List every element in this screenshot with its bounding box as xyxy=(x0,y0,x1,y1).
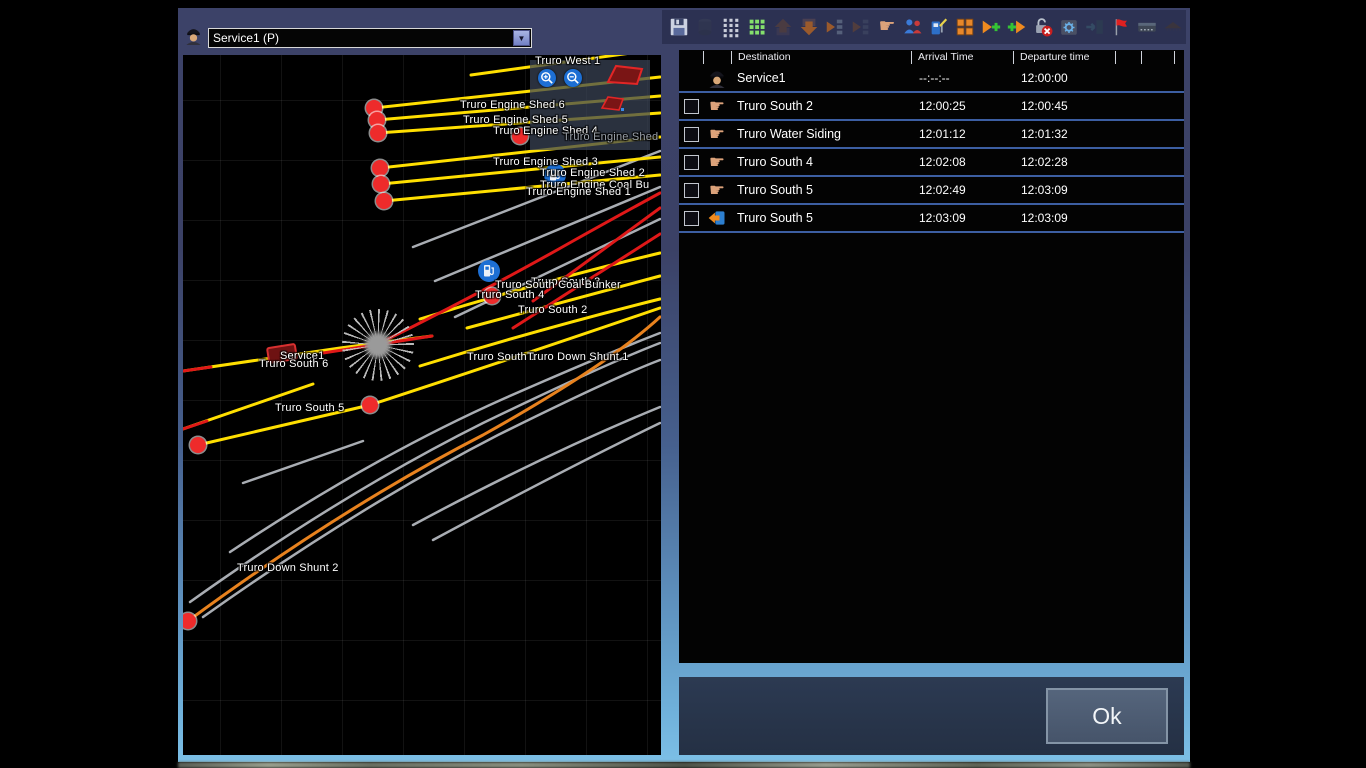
map-label: Truro South 6 xyxy=(259,358,328,370)
row-departure: 12:01:32 xyxy=(1013,127,1115,141)
row-destination: Truro South 2 xyxy=(731,99,911,113)
map-label: Truro South 5 xyxy=(275,402,344,414)
screen: Service1 (P) ▼ ☛ xyxy=(0,0,1366,768)
hand-icon: ☛ xyxy=(703,180,731,200)
row-arrival: 12:03:09 xyxy=(911,211,1013,225)
row-departure: 12:03:09 xyxy=(1013,211,1115,225)
buffer-stop-marker[interactable] xyxy=(376,193,392,209)
hand-icon: ☛ xyxy=(703,124,731,144)
col-checkbox xyxy=(679,51,703,64)
toolbar-platform-icon[interactable] xyxy=(1136,16,1158,38)
row-destination: Truro Water Siding xyxy=(731,127,911,141)
table-row[interactable]: Service1 --:--:-- 12:00:00 xyxy=(679,65,1184,93)
footer-panel: Ok xyxy=(679,677,1184,755)
toolbar-passengers-icon[interactable] xyxy=(902,16,924,38)
row-checkbox[interactable] xyxy=(684,127,699,142)
row-destination: Truro South 5 xyxy=(731,183,911,197)
row-checkbox[interactable] xyxy=(684,183,699,198)
row-arrival: 12:02:08 xyxy=(911,155,1013,169)
toolbar-insert-after-icon[interactable] xyxy=(850,16,872,38)
map-label: Truro Engine Shed xyxy=(563,131,658,143)
table-row[interactable]: ☛ Truro South 4 12:02:08 12:02:28 xyxy=(679,149,1184,177)
row-destination: Service1 xyxy=(731,71,911,85)
toolbar-add-before-icon[interactable] xyxy=(980,16,1002,38)
row-checkbox[interactable] xyxy=(684,211,699,226)
col-icon xyxy=(703,51,731,64)
toolbar-flag-icon[interactable] xyxy=(1110,16,1132,38)
table-row[interactable]: ☛ Truro South 5 12:02:49 12:03:09 xyxy=(679,177,1184,205)
timetable-editor-dialog: Service1 (P) ▼ ☛ xyxy=(178,8,1190,762)
toolbar-delete-icon[interactable] xyxy=(694,16,716,38)
buffer-stop-marker[interactable] xyxy=(190,437,206,453)
map-view[interactable]: Truro West 1 Truro Engine Shed 6 Truro Eng… xyxy=(183,55,661,755)
table-row[interactable]: ☛ Truro South 2 12:00:25 12:00:45 xyxy=(679,93,1184,121)
row-checkbox[interactable] xyxy=(684,99,699,114)
toolbar-consist-icon[interactable] xyxy=(954,16,976,38)
buffer-stop-marker[interactable] xyxy=(362,397,378,413)
map-label: Truro South 2 xyxy=(518,304,587,316)
map-label: Truro West 1 xyxy=(535,55,600,67)
map-label: Truro Engine Shed 2 xyxy=(540,167,645,179)
schedule-table: Destination Arrival Time Departure time … xyxy=(679,50,1184,663)
desktop-strip xyxy=(178,762,1190,768)
col-extra-2 xyxy=(1141,51,1175,64)
toolbar-move-up-icon[interactable] xyxy=(772,16,794,38)
toolbar-move-down-icon[interactable] xyxy=(798,16,820,38)
toolbar-grid-light-icon[interactable] xyxy=(720,16,742,38)
hand-icon: ☛ xyxy=(703,152,731,172)
row-checkbox[interactable] xyxy=(684,155,699,170)
toolbar-hand-icon[interactable]: ☛ xyxy=(876,16,898,38)
row-destination: Truro South 4 xyxy=(731,155,911,169)
map-label: Truro Engine Shed 6 xyxy=(460,99,565,111)
map-label: Truro Down Shunt 1 xyxy=(527,351,629,363)
ok-button[interactable]: Ok xyxy=(1046,688,1168,744)
toolbar: ☛ xyxy=(662,10,1186,44)
row-departure: 12:03:09 xyxy=(1013,183,1115,197)
toolbar-refuel-icon[interactable] xyxy=(928,16,950,38)
map-label: Truro Engine Shed 1 xyxy=(526,186,631,198)
table-header: Destination Arrival Time Departure time xyxy=(679,50,1184,65)
driver-icon xyxy=(703,68,731,88)
chevron-down-icon[interactable]: ▼ xyxy=(513,30,530,46)
toolbar-shelter-icon[interactable] xyxy=(1162,16,1184,38)
toolbar-settings-icon[interactable] xyxy=(1058,16,1080,38)
toolbar-unlock-icon[interactable] xyxy=(1032,16,1054,38)
arrow-into-icon xyxy=(703,208,731,228)
table-row[interactable]: ☛ Truro Water Siding 12:01:12 12:01:32 xyxy=(679,121,1184,149)
toolbar-grid-green-icon[interactable] xyxy=(746,16,768,38)
col-destination: Destination xyxy=(731,51,911,64)
map-label: Truro South 4 xyxy=(475,289,544,301)
map-label: Truro Down Shunt 2 xyxy=(237,562,339,574)
driver-icon xyxy=(184,26,203,45)
hand-icon: ☛ xyxy=(703,96,731,116)
col-arrival-time: Arrival Time xyxy=(911,51,1013,64)
buffer-stop-marker[interactable] xyxy=(372,160,388,176)
toolbar-save-icon[interactable] xyxy=(668,16,690,38)
row-arrival: --:--:-- xyxy=(911,71,1013,85)
table-row[interactable]: Truro South 5 12:03:09 12:03:09 xyxy=(679,205,1184,233)
toolbar-portal-icon[interactable] xyxy=(1084,16,1106,38)
toolbar-insert-before-icon[interactable] xyxy=(824,16,846,38)
col-extra-1 xyxy=(1115,51,1141,64)
row-departure: 12:00:45 xyxy=(1013,99,1115,113)
row-departure: 12:00:00 xyxy=(1013,71,1115,85)
junction-starburst xyxy=(342,309,414,381)
row-departure: 12:02:28 xyxy=(1013,155,1115,169)
service-selector-value: Service1 (P) xyxy=(209,31,513,45)
row-arrival: 12:00:25 xyxy=(911,99,1013,113)
service-selector[interactable]: Service1 (P) ▼ xyxy=(208,28,532,48)
buffer-stop-marker[interactable] xyxy=(370,125,386,141)
buffer-stop-marker[interactable] xyxy=(373,176,389,192)
row-destination: Truro South 5 xyxy=(731,211,911,225)
toolbar-add-after-icon[interactable] xyxy=(1006,16,1028,38)
row-arrival: 12:02:49 xyxy=(911,183,1013,197)
col-departure-time: Departure time xyxy=(1013,51,1115,64)
row-arrival: 12:01:12 xyxy=(911,127,1013,141)
